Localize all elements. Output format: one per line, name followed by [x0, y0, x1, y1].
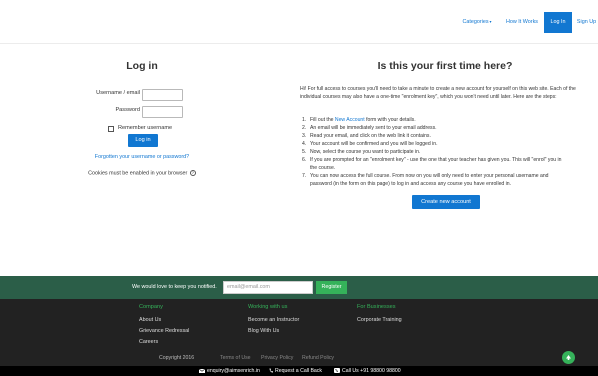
cookies-notice: Cookies must be enabled in your browser …: [70, 170, 214, 176]
nav-how-it-works[interactable]: How It Works: [503, 12, 541, 32]
remember-label: Remember username: [118, 125, 173, 131]
password-label: Password: [115, 107, 140, 113]
help-icon[interactable]: ?: [189, 170, 196, 176]
signup-steps: 1. Fill out the New Account form with you…: [302, 116, 590, 188]
copyright: Copyright 2016: [159, 355, 195, 361]
caret-down-icon: ▾: [489, 19, 492, 24]
step-text: password (in the form on this page) to l…: [310, 181, 512, 188]
call-icon: [334, 368, 340, 374]
password-input[interactable]: [142, 106, 183, 118]
contact-email[interactable]: enquiry@aimsenrich.in: [198, 367, 260, 375]
step-text: You can now access the full course. From…: [310, 173, 549, 180]
footer-link-about[interactable]: About Us: [139, 317, 161, 323]
contact-phone[interactable]: Call Us +91 98800 98800: [334, 367, 401, 375]
signup-intro: Hi! For full access to courses you'll ne…: [300, 86, 576, 101]
signup-title: Is this your first time here?: [377, 60, 513, 72]
username-input[interactable]: [142, 89, 183, 101]
newsletter-bar: We would love to keep you notified. emai…: [0, 276, 598, 299]
new-account-link[interactable]: New Account: [335, 117, 365, 123]
nav-categories-label: Categories: [462, 19, 489, 25]
forgot-password-link[interactable]: Forgotten your username or password?: [70, 154, 214, 160]
step-text: Now, select the course you want to parti…: [310, 149, 421, 156]
footer-terms-link[interactable]: Terms of Use: [220, 355, 251, 361]
footer-link-blog[interactable]: Blog With Us: [248, 328, 279, 334]
scroll-top-button[interactable]: [562, 351, 575, 364]
step-text: the course.: [310, 165, 336, 172]
step-text: Read your email, and click on the web li…: [310, 133, 431, 140]
step-item: 6. If you are prompted for an "enrolment …: [302, 156, 590, 172]
create-account-button[interactable]: Create new account: [412, 195, 480, 209]
step-text: Fill out the: [310, 117, 335, 123]
step-text: Your account will be confirmed and you w…: [310, 141, 438, 148]
login-button[interactable]: Log in: [128, 134, 158, 147]
register-button[interactable]: Register: [316, 281, 347, 294]
step-item: 7. You can now access the full course. Fr…: [302, 172, 590, 188]
step-item: 5. Now, select the course you want to par…: [302, 149, 421, 156]
footer-link-instructor[interactable]: Become an Instructor: [248, 317, 299, 323]
footer: Company About Us Grievance Redressal Car…: [0, 299, 598, 376]
username-label: Username / email: [96, 90, 140, 96]
top-navbar: Categories▾ How It Works Log In Sign Up: [0, 0, 598, 44]
login-title: Log in: [126, 60, 158, 72]
contact-email-text: enquiry@aimsenrich.in: [207, 368, 260, 374]
step-item: 1. Fill out the New Account form with you…: [302, 117, 416, 123]
arrow-up-icon: [566, 355, 571, 360]
nav-categories[interactable]: Categories▾: [458, 12, 496, 32]
footer-link-corporate[interactable]: Corporate Training: [357, 317, 402, 323]
footer-heading-business: For Businesses: [357, 304, 396, 310]
footer-heading-working: Working with us: [248, 304, 288, 310]
footer-privacy-link[interactable]: Privacy Policy: [261, 355, 293, 361]
newsletter-text: We would love to keep you notified.: [132, 284, 217, 290]
cookies-text: Cookies must be enabled in your browser: [88, 170, 188, 177]
footer-refund-link[interactable]: Refund Policy: [302, 355, 334, 361]
footer-heading-company: Company: [139, 304, 163, 310]
footer-link-grievance[interactable]: Grievance Redressal: [139, 328, 189, 334]
step-item: 4. Your account will be confirmed and you…: [302, 141, 438, 148]
step-text: An email will be immediately sent to you…: [310, 125, 437, 132]
newsletter-email-input[interactable]: email@email.com: [223, 281, 313, 294]
step-item: 3. Read your email, and click on the web …: [302, 133, 431, 140]
nav-signup[interactable]: Sign Up: [575, 12, 598, 32]
contact-callback-text: Request a Call Back: [275, 368, 322, 374]
envelope-icon: [198, 368, 206, 373]
step-text: If you are prompted for an "enrolment ke…: [310, 157, 562, 164]
contact-phone-text: Call Us +91 98800 98800: [342, 368, 401, 374]
page: Categories▾ How It Works Log In Sign Up …: [0, 0, 598, 376]
nav-login[interactable]: Log In: [544, 12, 572, 33]
contact-bar: enquiry@aimsenrich.in Request a Call Bac…: [0, 366, 598, 376]
phone-icon: [269, 368, 273, 373]
contact-callback[interactable]: Request a Call Back: [269, 367, 322, 375]
footer-link-careers[interactable]: Careers: [139, 339, 158, 345]
step-text: form with your details.: [364, 117, 416, 123]
step-item: 2. An email will be immediately sent to y…: [302, 125, 437, 132]
remember-checkbox[interactable]: [108, 126, 114, 132]
